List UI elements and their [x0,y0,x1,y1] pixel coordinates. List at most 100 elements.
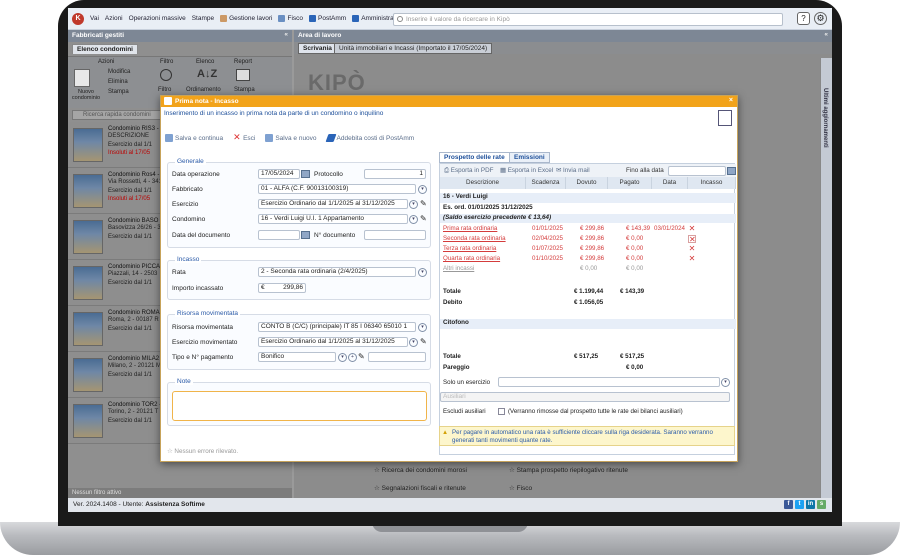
web-icon [352,15,360,22]
n-pagamento-input[interactable] [368,352,426,362]
filter-search-icon [160,69,172,81]
incasso-x-icon[interactable]: ✕ [688,255,696,263]
collapse-work-button[interactable]: « [824,31,828,38]
pencil-icon[interactable]: ✎ [420,214,427,223]
send-mail-button[interactable]: ✉ Invia mail [556,167,590,174]
delete-button[interactable]: Elimina [108,79,128,85]
tab-emissioni[interactable]: Emissioni [509,152,550,163]
tab-unita-incassi[interactable]: Unità immobiliari e Incassi (Importato i… [334,43,493,54]
solo-esercizio-select[interactable] [498,377,720,387]
linkedin-icon[interactable]: in [806,500,815,509]
tipo-pagamento-select[interactable]: Bonifico [258,352,336,362]
link-segnalazioni[interactable]: ☆ Segnalazioni fiscali e ritenute [374,484,466,492]
chevron-down-icon[interactable]: ▾ [409,215,418,224]
incasso-x-icon[interactable]: ✕ [688,235,696,244]
global-search-input[interactable]: Inserire il valore da ricercare in Kipò [393,13,783,26]
facebook-icon[interactable]: f [784,500,793,509]
chevron-down-icon[interactable]: ▾ [409,338,418,347]
tipo-pagamento-label: Tipo e N° pagamento [172,354,234,361]
incasso-x-icon[interactable]: ✕ [688,245,696,253]
chevron-down-icon[interactable]: ▾ [418,185,427,194]
send-icon [325,134,337,142]
incasso-x-icon[interactable]: ✕ [688,225,696,233]
filter-button[interactable]: Filtro [158,87,171,93]
elenco-group: Elenco [196,59,215,65]
n-documento-input[interactable] [364,230,426,240]
link-stampa-ritenute[interactable]: ☆ Stampa prospetto riepilogativo ritenut… [509,466,628,474]
tab-elenco-condomini[interactable]: Elenco condomini [72,44,138,54]
add-icon[interactable]: + [348,353,357,362]
export-excel-button[interactable]: ▦ Esporta in Excel [500,167,553,174]
col-scadenza[interactable]: Scadenza [526,177,566,189]
menu-azioni[interactable]: Azioni [105,15,123,22]
condo-name: Condominio PICCA [108,264,161,270]
link-fisco[interactable]: ☆ Fisco [509,484,532,492]
chevron-down-icon[interactable]: ▾ [721,378,730,387]
twitter-icon[interactable]: t [795,500,804,509]
chevron-down-icon[interactable]: ▾ [338,353,347,362]
pencil-icon[interactable]: ✎ [420,337,427,346]
share-icon[interactable]: s [817,500,826,509]
menu-vai[interactable]: Vai [90,15,99,22]
calendar-icon[interactable] [301,170,310,178]
menu-postamm[interactable]: PostAmm [309,15,346,22]
print-button[interactable]: Stampa [108,89,129,95]
escludi-ausiliari-checkbox[interactable] [498,408,505,415]
solo-esercizio-label: Solo un esercizio [443,379,491,386]
building-photo [73,220,103,254]
importo-input[interactable]: €299,86 [258,283,306,293]
calendar-icon[interactable] [727,167,736,175]
protocollo-input[interactable]: 1 [364,169,426,179]
ausiliari-select[interactable]: Ausiliari [440,392,730,402]
condomino-select[interactable]: 16 - Verdi Luigi U.I. 1 Appartamento [258,214,408,224]
menu-operazioni-massive[interactable]: Operazioni massive [129,15,186,22]
col-pagato[interactable]: Pagato [608,177,652,189]
esercizio-select[interactable]: Esercizio Ordinario dal 1/1/2025 al 31/1… [258,199,408,209]
data-operazione-input[interactable]: 17/05/2024 [258,169,300,179]
chevron-down-icon[interactable]: ▾ [418,268,427,277]
search-icon [397,16,403,22]
col-descrizione[interactable]: Descrizione [440,177,526,189]
close-icon[interactable]: × [729,96,733,105]
report-print-button[interactable]: Stampa [234,87,255,93]
col-data[interactable]: Data [652,177,688,189]
postamm-icon [309,15,317,22]
calendar-icon[interactable] [301,231,310,239]
pencil-icon[interactable]: ✎ [358,352,365,361]
fabbricato-select[interactable]: 01 - ALFA (C.F. 90013100319) [258,184,416,194]
filter-status: Nessun filtro attivo [68,488,292,498]
fino-alla-data-input[interactable] [668,166,726,176]
note-textarea[interactable] [172,391,427,421]
rata-select[interactable]: 2 - Seconda rata ordinaria (2/4/2025) [258,267,416,277]
building-photo [73,174,103,208]
save-new-button[interactable]: Salva e nuovo [265,134,317,142]
col-incasso[interactable]: Incasso [688,177,736,189]
pencil-icon[interactable]: ✎ [420,199,427,208]
esercizio-movimentato-select[interactable]: Esercizio Ordinario dal 1/1/2025 al 31/1… [258,337,408,347]
rate-dov: € 299,86 [580,245,605,252]
chevron-down-icon[interactable]: ▾ [409,200,418,209]
new-condo-button[interactable]: Nuovo condominio [70,89,102,101]
save-continue-button[interactable]: Salva e continua [165,134,223,142]
tab-scrivania[interactable]: Scrivania [298,43,337,54]
link-morosi[interactable]: ☆ Ricerca dei condomini morosi [374,466,467,474]
postamm-charge-button[interactable]: Addebita costi di PostAmm [325,134,414,142]
risorsa-select[interactable]: CONTO B (C/C) (principale) IT 85 I 06340… [258,322,416,332]
help-icon[interactable]: ? [797,12,810,25]
menu-gestione-lavori[interactable]: Gestione lavori [220,15,272,22]
document-icon[interactable] [718,110,732,126]
collapse-left-button[interactable]: « [284,31,288,38]
tab-prospetto-rate[interactable]: Prospetto delle rate [439,152,510,163]
data-documento-input[interactable] [258,230,300,240]
menu-stampe[interactable]: Stampe [192,15,214,22]
latest-updates-tab[interactable]: Ultimi aggiornamenti [820,58,832,498]
menu-fisco[interactable]: Fisco [278,15,303,22]
gear-icon[interactable]: ⚙ [814,12,827,25]
condo-insoluti: Insoluti al 17/05 [108,196,151,202]
sort-button[interactable]: Ordinamento [186,87,221,93]
edit-button[interactable]: Modifica [108,69,130,75]
export-pdf-button[interactable]: ⎙ Esporta in PDF [444,167,494,175]
exit-button[interactable]: ✕ Esci [233,133,255,142]
chevron-down-icon[interactable]: ▾ [418,323,427,332]
col-dovuto[interactable]: Dovuto [566,177,608,189]
